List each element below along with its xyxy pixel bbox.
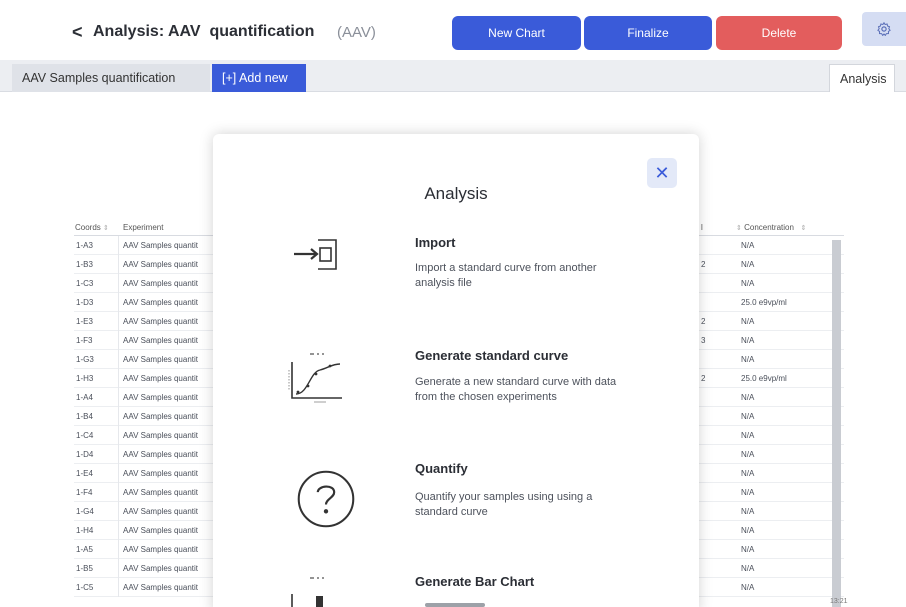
cell-coords: 1-A4 [76,393,93,402]
cell-experiment: AAV Samples quantit [123,469,199,478]
option-standard-curve-description: Generate a new standard curve with data … [415,376,617,403]
cell-experiment: AAV Samples quantit [123,298,199,307]
option-import-title: Import [415,235,456,250]
cell-coords: 1-B3 [76,260,93,269]
system-clock: 13:21 [830,598,848,605]
column-header-partial[interactable]: l [701,223,703,232]
cell-experiment: AAV Samples quantit [123,260,199,269]
cell-experiment: AAV Samples quantit [123,355,199,364]
add-new-tab-button[interactable]: [+] Add new [212,64,306,92]
cell-experiment: AAV Samples quantit [123,374,199,383]
cell-experiment: AAV Samples quantit [123,545,199,554]
cell-concentration: N/A [741,545,755,554]
delete-button[interactable]: Delete [716,16,842,50]
cell-concentration: N/A [741,260,755,269]
cell-coords: 1-D3 [76,298,94,307]
cell-concentration: N/A [741,431,755,440]
tab-samples-quantification[interactable]: AAV Samples quantification [12,64,210,92]
cell-experiment: AAV Samples quantit [123,336,199,345]
sort-icon[interactable]: ⇕ [103,225,109,232]
cell-concentration: 25.0 e9vp/ml [741,298,787,307]
cell-experiment: AAV Samples quantit [123,279,199,288]
cell-concentration: N/A [741,450,755,459]
cell-coords: 1-H3 [76,374,94,383]
cell-coords: 1-C4 [76,431,94,440]
cell-experiment: AAV Samples quantit [123,450,199,459]
cell-concentration: N/A [741,317,755,326]
cell-partial: 2 [701,374,706,383]
cell-coords: 1-G3 [76,355,94,364]
cell-concentration: N/A [741,583,755,592]
sort-icon[interactable]: ⇕ [801,225,807,232]
cell-concentration: N/A [741,355,755,364]
cell-experiment: AAV Samples quantit [123,393,199,402]
cell-experiment: AAV Samples quantit [123,583,199,592]
cell-experiment: AAV Samples quantit [123,564,199,573]
cell-partial: 3 [701,336,706,345]
cell-coords: 1-B5 [76,564,93,573]
close-icon[interactable]: ✕ [647,158,677,188]
table-scrollbar[interactable] [832,240,841,607]
cell-concentration: N/A [741,336,755,345]
question-circle-icon [297,470,355,528]
column-header-experiment[interactable]: Experiment [123,223,163,232]
cell-experiment: AAV Samples quantit [123,488,199,497]
cell-concentration: N/A [741,526,755,535]
cell-experiment: AAV Samples quantit [123,507,199,516]
column-header-coords[interactable]: Coords ⇕ [75,223,109,232]
dock-indicator [425,603,485,607]
cell-coords: 1-E3 [76,317,93,326]
gear-icon [877,22,891,36]
standard-curve-icon [288,353,342,403]
settings-button[interactable] [862,12,906,46]
cell-partial: 2 [701,317,706,326]
cell-experiment: AAV Samples quantit [123,431,199,440]
tab-bar: AAV Samples quantification [+] Add new A… [0,60,906,92]
cell-coords: 1-E4 [76,469,93,478]
app-window: < Analysis: AAV quantification (AAV) New… [0,0,906,607]
page-title: Analysis: AAV quantification [93,23,315,40]
page-subtitle: (AAV) [337,24,376,41]
option-quantify-title: Quantify [415,461,468,476]
cell-coords: 1-D4 [76,450,94,459]
cell-experiment: AAV Samples quantit [123,412,199,421]
cell-coords: 1-C3 [76,279,94,288]
modal-title: Analysis [424,184,488,203]
analysis-modal: Analysis ✕ Import Import a standard curv… [213,134,699,607]
cell-concentration: N/A [741,279,755,288]
cell-coords: 1-A5 [76,545,93,554]
option-standard-curve-title: Generate standard curve [415,348,569,363]
cell-partial: 2 [701,260,706,269]
bar-chart-icon [291,577,324,607]
new-chart-button[interactable]: New Chart [452,16,581,50]
sort-icon[interactable]: ⇕ [736,225,742,232]
cell-coords: 1-G4 [76,507,94,516]
option-bar-chart-title: Generate Bar Chart [415,574,535,589]
cell-coords: 1-A3 [76,241,93,250]
cell-coords: 1-H4 [76,526,94,535]
cell-concentration: N/A [741,393,755,402]
cell-experiment: AAV Samples quantit [123,241,199,250]
import-icon [294,239,337,270]
cell-concentration: N/A [741,507,755,516]
cell-experiment: AAV Samples quantit [123,317,199,326]
option-quantify-description: Quantify your samples using using a stan… [415,491,593,518]
column-header-concentration[interactable]: ⇕ Concentration ⇕ [736,223,806,232]
cell-concentration: N/A [741,241,755,250]
header: < Analysis: AAV quantification (AAV) New… [0,0,906,62]
back-icon[interactable]: < [72,22,83,43]
tab-analysis[interactable]: Analysis [829,64,895,92]
finalize-button[interactable]: Finalize [584,16,712,50]
cell-concentration: N/A [741,564,755,573]
cell-concentration: N/A [741,488,755,497]
cell-coords: 1-C5 [76,583,94,592]
cell-coords: 1-F4 [76,488,93,497]
cell-coords: 1-F3 [76,336,93,345]
cell-concentration: N/A [741,469,755,478]
cell-concentration: 25.0 e9vp/ml [741,374,787,383]
cell-concentration: N/A [741,412,755,421]
cell-experiment: AAV Samples quantit [123,526,199,535]
cell-coords: 1-B4 [76,412,93,421]
option-import-description: Import a standard curve from another ana… [415,262,597,289]
